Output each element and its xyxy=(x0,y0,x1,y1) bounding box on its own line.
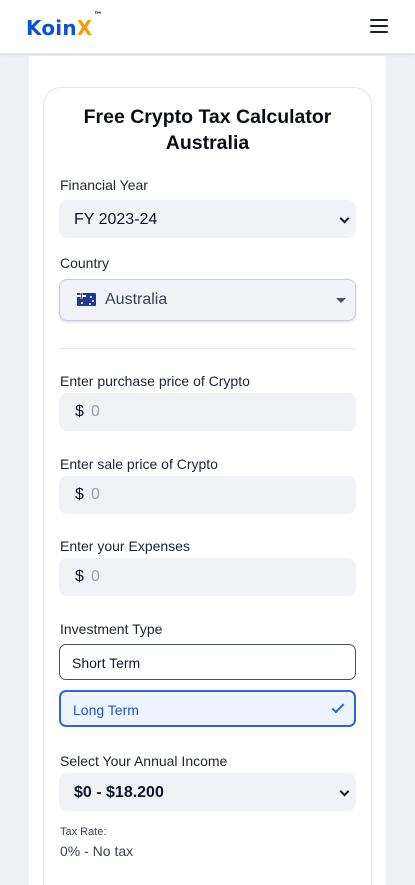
page-title: Free Crypto Tax Calculator Australia xyxy=(43,104,372,156)
koinx-logo[interactable]: KoinX™ xyxy=(26,11,103,40)
hamburger-menu-icon[interactable] xyxy=(370,19,388,34)
currency-symbol: $ xyxy=(75,403,84,420)
australia-flag-icon xyxy=(77,293,96,306)
currency-symbol: $ xyxy=(75,568,84,585)
chevron-down-icon xyxy=(339,213,350,224)
checkmark-icon xyxy=(331,700,345,714)
sale-price-input[interactable] xyxy=(91,476,341,514)
financial-year-label: Financial Year xyxy=(60,177,148,193)
investment-type-label: Investment Type xyxy=(60,621,163,637)
country-select[interactable]: Australia xyxy=(59,279,356,321)
tax-rate-label: Tax Rate: xyxy=(60,826,107,838)
annual-income-label: Select Your Annual Income xyxy=(60,753,228,769)
annual-income-value: $0 - $18.200 xyxy=(74,784,164,801)
expenses-label: Enter your Expenses xyxy=(60,538,190,554)
long-term-option[interactable]: Long Term xyxy=(59,690,356,727)
sale-price-field: $ xyxy=(59,476,356,514)
title-line-2: Australia xyxy=(165,132,250,154)
short-term-label: Short Term xyxy=(72,655,141,671)
chevron-down-icon xyxy=(339,786,350,797)
logo-x: X xyxy=(76,16,93,40)
country-label: Country xyxy=(60,255,110,271)
logo-trademark: ™ xyxy=(93,11,103,22)
purchase-price-field: $ xyxy=(59,393,356,431)
logo-text: Koin xyxy=(26,16,77,40)
financial-year-select[interactable]: FY 2023-24 xyxy=(59,200,356,238)
currency-symbol: $ xyxy=(75,486,84,503)
short-term-option[interactable]: Short Term xyxy=(59,644,356,680)
tax-rate-value: 0% - No tax xyxy=(60,843,134,859)
expenses-field: $ xyxy=(59,558,356,596)
annual-income-select[interactable]: $0 - $18.200 xyxy=(59,773,356,811)
divider xyxy=(59,348,356,349)
financial-year-value: FY 2023-24 xyxy=(74,211,158,228)
title-line-1: Free Crypto Tax Calculator xyxy=(83,106,332,128)
purchase-price-input[interactable] xyxy=(91,393,341,431)
caret-down-icon xyxy=(336,298,346,303)
top-header: KoinX™ xyxy=(0,0,415,54)
country-value: Australia xyxy=(105,291,168,308)
purchase-price-label: Enter purchase price of Crypto xyxy=(60,373,250,389)
long-term-label: Long Term xyxy=(73,702,139,718)
expenses-input[interactable] xyxy=(91,558,341,596)
sale-price-label: Enter sale price of Crypto xyxy=(60,456,218,472)
